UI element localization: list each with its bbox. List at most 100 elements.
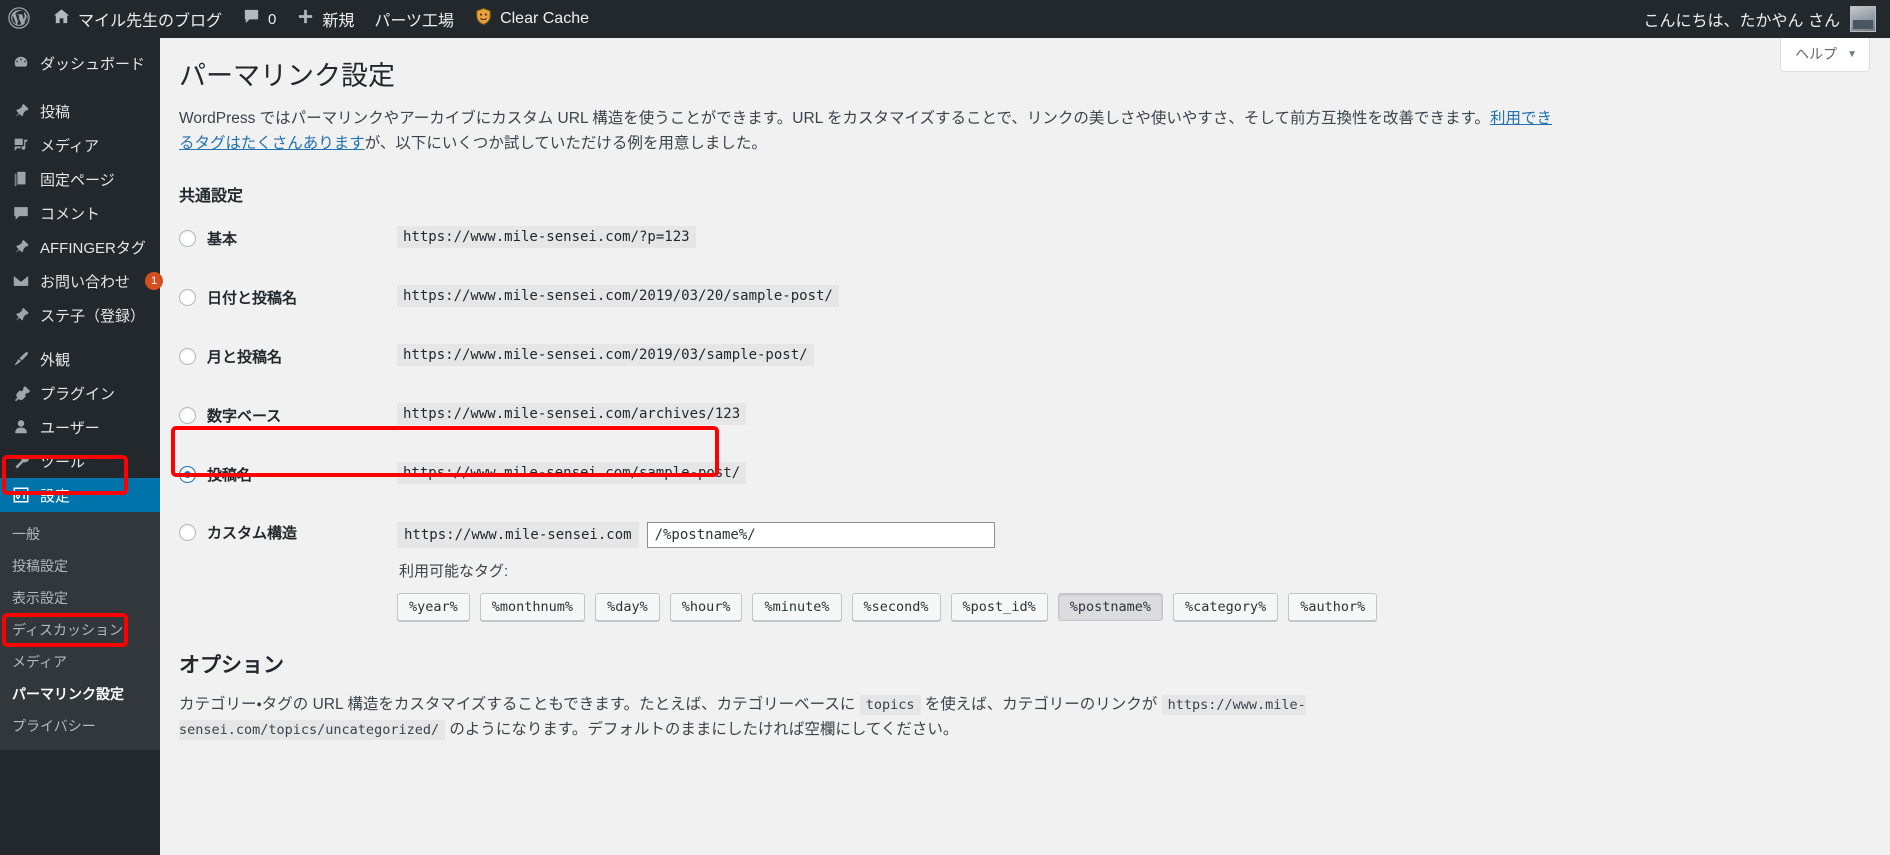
radio-button[interactable] [179,230,196,248]
home-icon [52,7,71,31]
submenu-item-reading[interactable]: 表示設定 [0,582,160,614]
intro-text-part1: WordPress ではパーマリンクやアーカイブにカスタム URL 構造を使うこ… [179,110,1490,128]
tag-button-day[interactable]: %day% [595,593,660,622]
sidebar-item-posts[interactable]: 投稿 [0,94,160,128]
permalink-option-row-numeric[interactable]: 数字ベース https://www.mile-sensei.com/archiv… [179,393,1377,452]
sidebar-item-comments[interactable]: コメント [0,196,160,230]
my-account-menu[interactable]: こんにちは、たかやん さん [1644,6,1890,32]
tag-button-second[interactable]: %second% [851,593,941,622]
tag-button-postname[interactable]: %postname% [1057,593,1163,622]
sidebar-item-users[interactable]: ユーザー [0,410,160,444]
permalink-radio-numeric[interactable]: 数字ベース [179,405,397,426]
permalink-example-cell: https://www.mile-sensei.com/2019/03/samp… [397,334,1377,393]
pin-icon [11,101,31,121]
radio-button[interactable] [179,407,196,425]
submenu-item-media[interactable]: メディア [0,646,160,678]
sidebar-item-label: プラグイン [40,385,116,403]
tag-button-hour[interactable]: %hour% [669,593,743,622]
options-desc-part2: を使えば、カテゴリーのリンクが [920,696,1162,714]
tag-button-category[interactable]: %category% [1172,593,1279,622]
sidebar-item-pages[interactable]: 固定ページ [0,162,160,196]
radio-button[interactable] [179,289,196,307]
radio-cell: 日付と投稿名 [179,275,397,334]
submenu-item-writing[interactable]: 投稿設定 [0,550,160,582]
clear-cache-menu[interactable]: Clear Cache [464,0,599,38]
permalink-option-row-day-and-name[interactable]: 日付と投稿名 https://www.mile-sensei.com/2019/… [179,275,1377,334]
sidebar-item-tools[interactable]: ツール [0,444,160,478]
permalink-radio-month-and-name[interactable]: 月と投稿名 [179,346,397,367]
options-section-description: カテゴリー・タグの URL 構造をカスタマイズすることもできます。たとえば、カテ… [160,679,1580,742]
tag-button-post-id[interactable]: %post_id% [950,593,1048,622]
permalink-radio-plain[interactable]: 基本 [179,228,397,249]
page-title: パーマリンク設定 [179,61,395,91]
sidebar-item-label: ツール [40,453,86,471]
dashboard-icon [11,53,31,73]
new-content-label: 新規 [322,13,355,30]
radio-button[interactable] [179,524,196,542]
permalink-structure-input[interactable] [646,522,995,549]
submenu-item-permalinks[interactable]: パーマリンク設定 [0,678,160,710]
help-toggle-button[interactable]: ヘルプ ▼ [1780,38,1870,72]
submenu-item-discussion[interactable]: ディスカッション [0,614,160,646]
chevron-down-icon: ▼ [1847,48,1857,60]
permalink-radio-custom[interactable]: カスタム構造 [179,522,397,543]
comment-bubble-icon [11,203,31,223]
new-content-menu[interactable]: 新規 [286,0,364,38]
sidebar-item-label: お問い合わせ [40,273,131,291]
permalink-option-label: カスタム構造 [207,525,298,543]
permalink-option-label: 投稿名 [207,467,253,485]
contact-badge-count: 1 [145,272,164,290]
sidebar-item-contact[interactable]: お問い合わせ 1 [0,264,164,298]
sidebar-item-media[interactable]: メディア [0,128,160,162]
permalink-example-url: https://www.mile-sensei.com/?p=123 [397,226,696,249]
permalink-option-row-post-name[interactable]: 投稿名 https://www.mile-sensei.com/sample-p… [179,452,1377,511]
permalink-option-label: 基本 [207,231,238,249]
tag-button-author[interactable]: %author% [1288,593,1378,622]
help-label: ヘルプ [1795,46,1838,62]
radio-button-selected[interactable] [179,466,196,484]
permalink-option-row-custom[interactable]: カスタム構造 https://www.mile-sensei.com 利用可能な… [179,511,1378,622]
permalink-option-row-plain[interactable]: 基本 https://www.mile-sensei.com/?p=123 [179,216,1377,275]
permalink-radio-day-and-name[interactable]: 日付と投稿名 [179,287,397,308]
radio-button[interactable] [179,348,196,366]
site-name-label: マイル先生のブログ [78,13,223,30]
tag-button-monthnum[interactable]: %monthnum% [479,593,586,622]
options-section-heading: オプション [179,654,284,678]
sidebar-item-dashboard[interactable]: ダッシュボード [0,46,160,80]
sidebar-item-affinger-tags[interactable]: AFFINGERタグ [0,230,160,264]
permalink-example-cell: https://www.mile-sensei.com/sample-post/ [397,452,1377,511]
sidebar-item-settings[interactable]: 設定 [0,478,168,512]
permalink-option-row-month-and-name[interactable]: 月と投稿名 https://www.mile-sensei.com/2019/0… [179,334,1377,393]
plugin-icon [11,383,31,403]
permalink-example-cell: https://www.mile-sensei.com/?p=123 [397,216,1377,275]
media-icon [11,135,31,155]
wordpress-logo-menu[interactable] [0,0,42,38]
sidebar-item-plugins[interactable]: プラグイン [0,376,160,410]
comment-bubble-icon [242,7,261,31]
intro-text-part2: が、以下にいくつか試していただける例を用意しました。 [364,135,767,153]
sidebar-item-label: メディア [40,137,99,155]
sidebar-item-appearance[interactable]: 外観 [0,342,160,376]
permalink-radio-post-name[interactable]: 投稿名 [179,464,397,485]
submenu-item-general[interactable]: 一般 [0,518,160,550]
comments-menu[interactable]: 0 [232,0,286,38]
submenu-item-privacy[interactable]: プライバシー [0,710,160,742]
tag-button-year[interactable]: %year% [397,593,470,622]
permalink-option-label: 日付と投稿名 [207,290,298,308]
sidebar-item-label: 投稿 [40,103,71,121]
radio-cell: 基本 [179,216,397,275]
options-desc-code-topics: topics [859,695,921,716]
radio-cell: カスタム構造 [179,511,397,621]
radio-cell: 数字ベース [179,393,397,452]
site-name-menu[interactable]: マイル先生のブログ [42,0,232,38]
sidebar-item-steko[interactable]: ステ子（登録） [0,298,160,332]
sidebar-item-label: ユーザー [40,419,100,437]
available-tags-label: 利用可能なタグ: [399,563,509,581]
radio-cell: 投稿名 [179,452,397,511]
parts-factory-menu[interactable]: パーツ工場 [364,0,464,38]
sidebar-item-label: 設定 [40,487,71,505]
options-desc-part1: カテゴリー・タグの URL 構造をカスタマイズすることもできます。たとえば、カテ… [179,696,860,714]
tag-button-minute[interactable]: %minute% [752,593,842,622]
permalink-example-url: https://www.mile-sensei.com/2019/03/20/s… [397,285,839,308]
wrench-icon [11,451,31,471]
